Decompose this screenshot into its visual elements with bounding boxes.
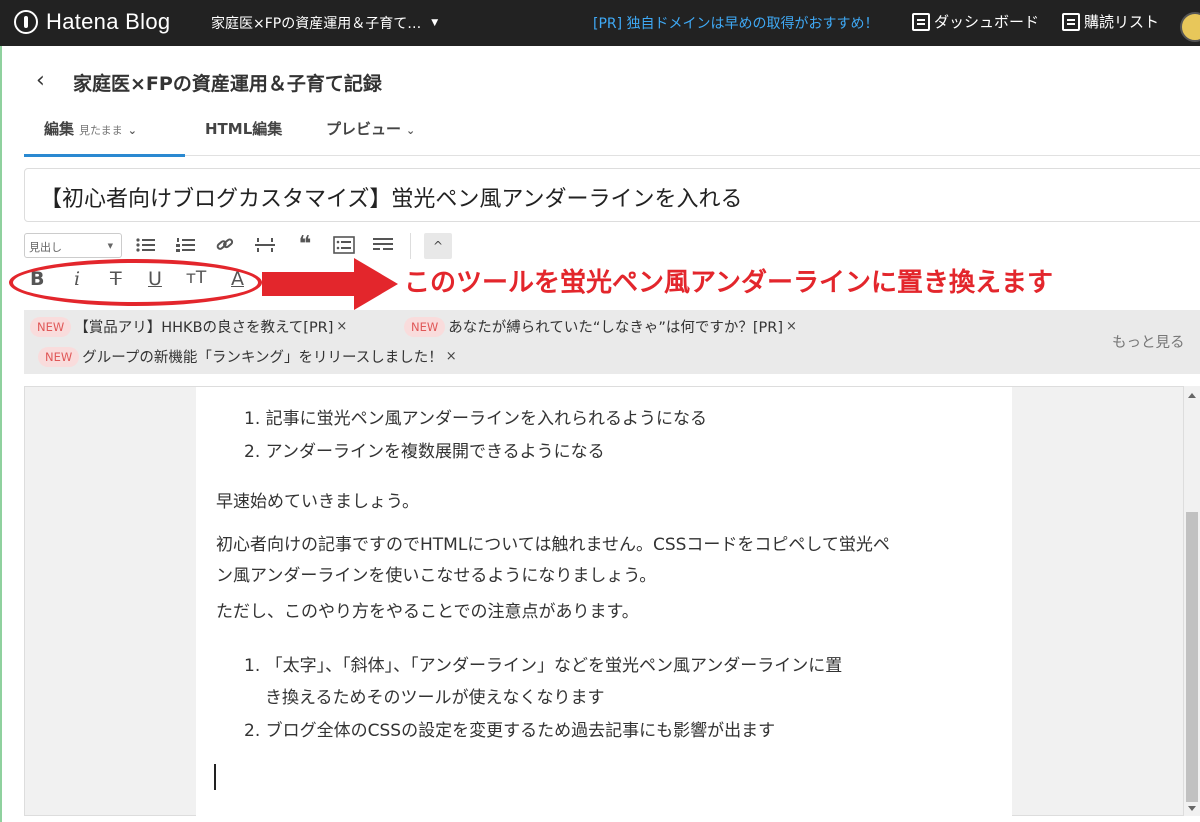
- hatena-pen-icon: [14, 10, 38, 34]
- list-item: き換えるためそのツールが使えなくなります: [265, 688, 605, 708]
- news-strip: NEW 【賞品アリ】HHKBの良さを教えて[PR] × NEW あなたが縛られて…: [24, 310, 1200, 374]
- tab-edit-label: 編集: [44, 120, 75, 138]
- news-item[interactable]: NEW 【賞品アリ】HHKBの良さを教えて[PR] ×: [30, 316, 347, 337]
- link-icon[interactable]: [212, 233, 238, 257]
- paragraph: ただし、このやり方をやることでの注意点があります。: [216, 602, 639, 622]
- table-of-contents-icon[interactable]: [331, 233, 357, 257]
- new-badge: NEW: [38, 346, 80, 367]
- news-item-text: グループの新機能「ランキング」をリリースしました！: [82, 350, 443, 366]
- list-item: 1. 記事に蛍光ペン風アンダーラインを入れられるようになる: [244, 409, 707, 429]
- chevron-down-icon: ⌄: [127, 124, 137, 137]
- scroll-down-icon[interactable]: [1188, 806, 1196, 811]
- page-break-icon[interactable]: [252, 233, 278, 257]
- user-avatar[interactable]: [1180, 12, 1200, 42]
- tab-preview-label: プレビュー: [326, 120, 402, 138]
- reading-list-label: 購読リスト: [1084, 13, 1160, 31]
- list-item: 2. ブログ全体のCSSの設定を変更するため過去記事にも影響が出ます: [244, 721, 776, 741]
- caret-down-icon: ▼: [107, 242, 113, 250]
- annotation-arrow-icon: [262, 258, 398, 310]
- scroll-up-icon[interactable]: [1188, 393, 1196, 398]
- logo-text: Hatena Blog: [46, 9, 171, 34]
- chevron-down-icon: ⌄: [406, 124, 416, 137]
- tab-edit[interactable]: 編集 見たまま ⌄: [44, 118, 137, 139]
- news-item-text: あなたが縛られていた“しなきゃ”は何ですか？[PR]: [448, 320, 783, 336]
- tab-html-edit[interactable]: HTML編集: [205, 118, 282, 139]
- tab-preview[interactable]: プレビュー ⌄: [326, 118, 415, 139]
- close-icon[interactable]: ×: [446, 349, 457, 364]
- tab-edit-mode: 見たまま: [79, 124, 123, 137]
- active-tab-indicator: [24, 154, 185, 157]
- heading-select[interactable]: 見出し ▼: [24, 233, 122, 258]
- heading-select-value: 見出し: [29, 241, 62, 254]
- blog-selector-label: 家庭医×FPの資産運用＆子育て…: [211, 16, 422, 32]
- article-title-input[interactable]: 【初心者向けブログカスタマイズ】蛍光ペン風アンダーラインを入れる: [24, 168, 1200, 222]
- news-item[interactable]: NEW グループの新機能「ランキング」をリリースしました！ ×: [38, 346, 457, 367]
- new-badge: NEW: [30, 316, 72, 337]
- reading-list-link[interactable]: 購読リスト: [1062, 11, 1159, 32]
- numbered-list-icon[interactable]: [173, 233, 199, 257]
- close-icon[interactable]: ×: [786, 319, 797, 334]
- left-accent-strip: [0, 46, 2, 822]
- editor-mode-tabs: 編集 見たまま ⌄ HTML編集 プレビュー ⌄: [24, 108, 1200, 157]
- blog-selector-dropdown[interactable]: 家庭医×FPの資産運用＆子育て… ▼: [211, 13, 438, 33]
- toolbar-divider: [410, 233, 411, 259]
- list-item: 1. 「太字」、「斜体」、「アンダーライン」などを蛍光ペン風アンダーラインに置: [244, 656, 843, 676]
- dashboard-icon: [912, 12, 930, 31]
- more-icon[interactable]: [370, 233, 396, 257]
- collapse-toolbar-button[interactable]: ^: [424, 233, 452, 259]
- hatena-blog-logo[interactable]: Hatena Blog: [14, 9, 170, 35]
- quote-icon[interactable]: ❝: [292, 232, 318, 257]
- news-item[interactable]: NEW あなたが縛られていた“しなきゃ”は何ですか？[PR] ×: [404, 316, 797, 337]
- news-item-text: 【賞品アリ】HHKBの良さを教えて[PR]: [74, 320, 334, 336]
- tab-html-label: HTML編集: [205, 120, 283, 138]
- caret-down-icon: ▼: [431, 18, 439, 28]
- reading-list-icon: [1062, 12, 1080, 31]
- annotation-text: このツールを蛍光ペン風アンダーラインに置き換えます: [404, 268, 1053, 298]
- blog-title: 家庭医×FPの資産運用＆子育て記録: [73, 73, 382, 95]
- list-item: 2. アンダーラインを複数展開できるようになる: [244, 442, 605, 462]
- pr-link[interactable]: [PR] 独自ドメインは早めの取得がおすすめ！: [593, 13, 879, 33]
- more-link[interactable]: もっと見る: [1112, 331, 1185, 352]
- close-icon[interactable]: ×: [336, 319, 347, 334]
- paragraph: ン風アンダーラインを使いこなせるようになりましょう。: [216, 566, 657, 586]
- new-badge: NEW: [404, 316, 446, 337]
- paragraph: 初心者向けの記事ですのでHTMLについては触れません。CSSコードをコピペして蛍…: [216, 535, 890, 555]
- annotation-ellipse: [9, 259, 262, 306]
- scrollbar-thumb[interactable]: [1186, 512, 1198, 802]
- dashboard-label: ダッシュボード: [934, 13, 1040, 31]
- top-navigation-bar: Hatena Blog 家庭医×FPの資産運用＆子育て… ▼ [PR] 独自ドメ…: [0, 0, 1200, 46]
- text-cursor: [214, 764, 216, 790]
- dashboard-link[interactable]: ダッシュボード: [912, 11, 1039, 32]
- article-title-value: 【初心者向けブログカスタマイズ】蛍光ペン風アンダーラインを入れる: [40, 187, 743, 212]
- back-chevron-icon[interactable]: ‹: [36, 68, 45, 93]
- bullet-list-icon[interactable]: [133, 233, 159, 257]
- paragraph: 早速始めていきましょう。: [216, 492, 419, 512]
